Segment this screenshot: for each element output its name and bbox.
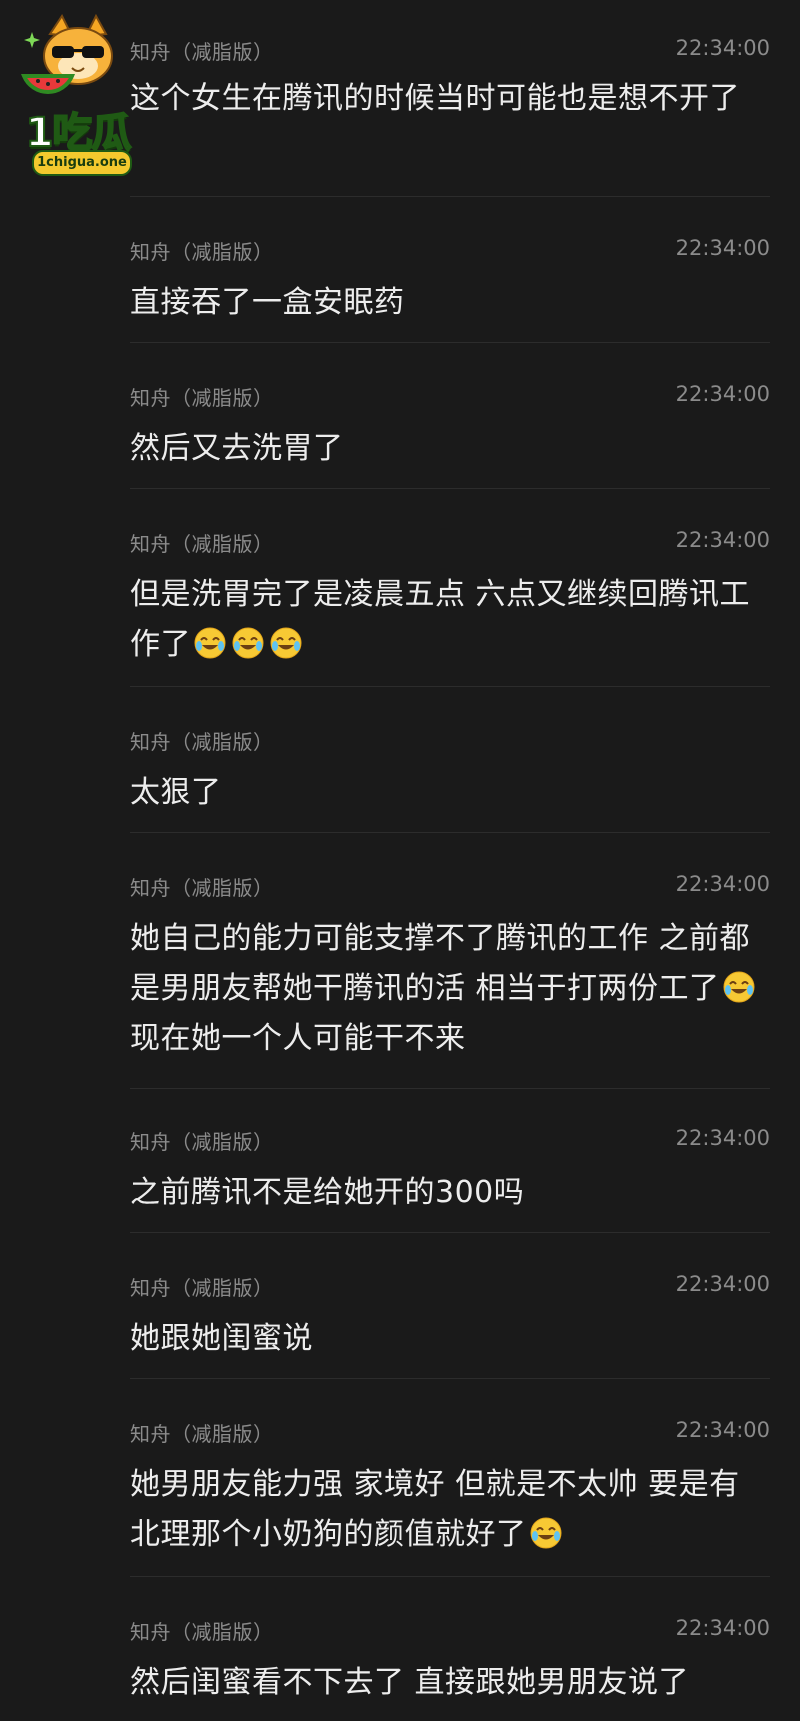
- message-text: 直接吞了一盒安眠药: [130, 285, 405, 320]
- chat-message[interactable]: 知舟（减脂版） 22:34:00 然后闺蜜看不下去了 直接跟她男朋友说了: [130, 1616, 770, 1708]
- chat-message[interactable]: 知舟（减脂版） 22:34:00 她自己的能力可能支撑不了腾讯的工作 之前都是男…: [130, 872, 770, 1064]
- message-header: 知舟（减脂版） 22:34:00: [130, 872, 770, 900]
- message-header: 知舟（减脂版） 22:34:00: [130, 236, 770, 264]
- message-header: 知舟（减脂版） 22:34:00: [130, 382, 770, 410]
- sender-name: 知舟（减脂版）: [130, 1422, 274, 1446]
- message-header: 知舟（减脂版） 22:34:00: [130, 1418, 770, 1446]
- chat-message[interactable]: 知舟（减脂版） 22:34:00 她男朋友能力强 家境好 但就是不太帅 要是有北…: [130, 1418, 770, 1560]
- message-divider: [130, 488, 770, 489]
- sender-name: 知舟（减脂版）: [130, 40, 274, 64]
- message-divider: [130, 1576, 770, 1577]
- message-divider: [130, 1232, 770, 1233]
- message-text: 但是洗胃完了是凌晨五点 六点又继续回腾讯工作了: [130, 570, 770, 670]
- message-text: 然后又去洗胃了: [130, 431, 344, 466]
- sender-name: 知舟（减脂版）: [130, 532, 274, 556]
- message-text: 这个女生在腾讯的时候当时可能也是想不开了: [130, 81, 740, 116]
- sender-name: 知舟（减脂版）: [130, 240, 274, 264]
- message-text-continued: 现在她一个人可能干不来: [130, 1021, 466, 1056]
- sender-name: 知舟（减脂版）: [130, 1620, 274, 1644]
- sender-name: 知舟（减脂版）: [130, 730, 274, 754]
- message-text: 之前腾讯不是给她开的300吗: [130, 1175, 525, 1210]
- chat-message[interactable]: 知舟（减脂版） 22:34:00 直接吞了一盒安眠药: [130, 236, 770, 328]
- message-text: 她自己的能力可能支撑不了腾讯的工作 之前都是男朋友帮她干腾讯的活 相当于打两份工…: [130, 914, 770, 1064]
- message-header: 知舟（减脂版） 22:34:00: [130, 1616, 770, 1644]
- sender-name: 知舟（减脂版）: [130, 386, 274, 410]
- message-time: 22:34:00: [675, 36, 770, 60]
- message-text-content: 她自己的能力可能支撑不了腾讯的工作 之前都是男朋友帮她干腾讯的活 相当于打两份工…: [130, 921, 751, 1006]
- message-divider: [130, 1088, 770, 1089]
- message-time: 22:34:00: [675, 1616, 770, 1640]
- laugh-cry-emoji-icon: [194, 627, 226, 659]
- sender-name: 知舟（减脂版）: [130, 876, 274, 900]
- chat-message[interactable]: 知舟（减脂版） 22:34:00 然后又去洗胃了: [130, 382, 770, 474]
- message-time: 22:34:00: [675, 236, 770, 260]
- chat-message[interactable]: 知舟（减脂版） 22:34:00 她跟她闺蜜说: [130, 1272, 770, 1364]
- laugh-cry-emoji-icon: [723, 971, 755, 1003]
- message-time: 22:34:00: [675, 1126, 770, 1150]
- logo-domain: 1chigua.one: [32, 150, 132, 176]
- message-text: 太狠了: [130, 775, 222, 810]
- message-text: 她跟她闺蜜说: [130, 1321, 313, 1356]
- message-divider: [130, 342, 770, 343]
- sender-name: 知舟（减脂版）: [130, 1130, 274, 1154]
- message-divider: [130, 196, 770, 197]
- emoji-group: [191, 627, 305, 662]
- message-time: 22:34:00: [675, 382, 770, 406]
- chat-message[interactable]: 知舟（减脂版） 太狠了: [130, 726, 770, 818]
- message-time: 22:34:00: [675, 1418, 770, 1442]
- laugh-cry-emoji-icon: [270, 627, 302, 659]
- message-divider: [130, 686, 770, 687]
- message-header: 知舟（减脂版） 22:34:00: [130, 1126, 770, 1154]
- message-text: 她男朋友能力强 家境好 但就是不太帅 要是有北理那个小奶狗的颜值就好了: [130, 1460, 770, 1560]
- message-time: 22:34:00: [675, 872, 770, 896]
- sender-name: 知舟（减脂版）: [130, 1276, 274, 1300]
- chat-message[interactable]: 知舟（减脂版） 22:34:00 但是洗胃完了是凌晨五点 六点又继续回腾讯工作了: [130, 528, 770, 670]
- chat-message[interactable]: 知舟（减脂版） 22:34:00 这个女生在腾讯的时候当时可能也是想不开了: [130, 36, 770, 124]
- message-time: 22:34:00: [675, 528, 770, 552]
- message-time: 22:34:00: [675, 1272, 770, 1296]
- message-header: 知舟（减脂版）: [130, 726, 770, 754]
- laugh-cry-emoji-icon: [232, 627, 264, 659]
- message-divider: [130, 1378, 770, 1379]
- message-text: 然后闺蜜看不下去了 直接跟她男朋友说了: [130, 1665, 690, 1700]
- message-header: 知舟（减脂版） 22:34:00: [130, 528, 770, 556]
- message-text-content: 她男朋友能力强 家境好 但就是不太帅 要是有北理那个小奶狗的颜值就好了: [130, 1467, 740, 1552]
- site-logo: 1吃瓜 1chigua.one: [10, 13, 146, 176]
- message-header: 知舟（减脂版） 22:34:00: [130, 36, 770, 64]
- laugh-cry-emoji-icon: [530, 1517, 561, 1549]
- mascot-icon: [20, 13, 113, 94]
- message-header: 知舟（减脂版） 22:34:00: [130, 1272, 770, 1300]
- chat-message[interactable]: 知舟（减脂版） 22:34:00 之前腾讯不是给她开的300吗: [130, 1126, 770, 1218]
- message-divider: [130, 832, 770, 833]
